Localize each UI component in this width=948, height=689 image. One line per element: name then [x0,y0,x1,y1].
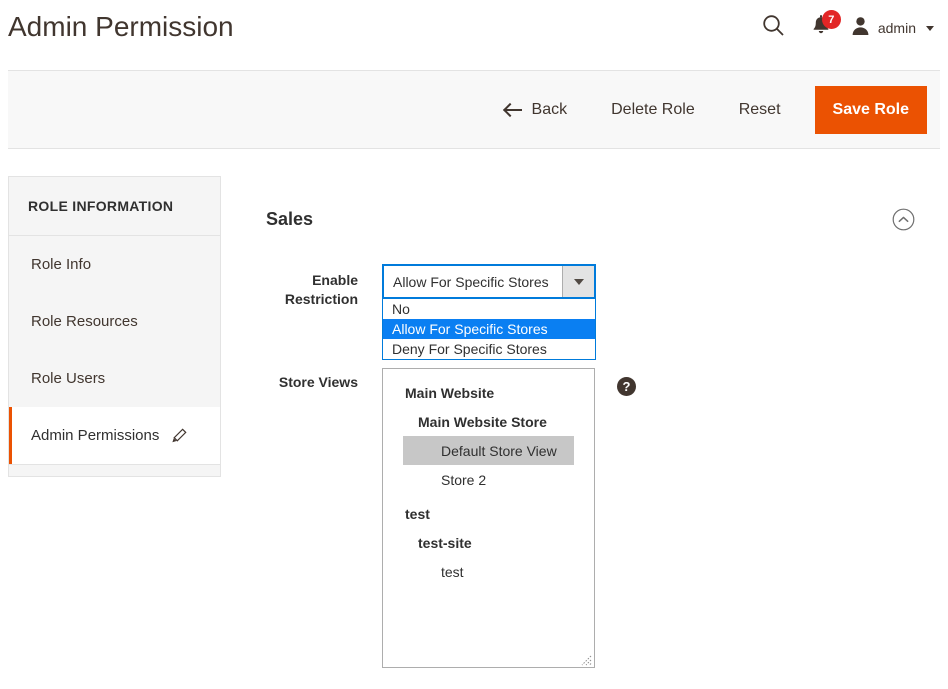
chevron-down-icon [926,26,934,31]
delete-role-button[interactable]: Delete Role [589,93,717,127]
store-views-option-store-2[interactable]: Store 2 [383,465,594,494]
role-information-sidebar: ROLE INFORMATION Role Info Role Resource… [8,176,221,477]
store-views-option-main-website-store[interactable]: Main Website Store [383,407,594,436]
delete-role-label: Delete Role [611,101,695,119]
back-button[interactable]: Back [495,93,590,127]
select-option-deny-for-specific-stores[interactable]: Deny For Specific Stores [383,339,595,359]
enable-restriction-selected-value: Allow For Specific Stores [384,266,562,297]
sidebar-item-label: Role Info [31,256,91,273]
page-title: Admin Permission [8,9,234,45]
sidebar-item-role-resources[interactable]: Role Resources [9,293,220,350]
enable-restriction-field: Enable Restriction Allow For Specific St… [247,264,927,309]
sidebar-item-label: Role Resources [31,313,138,330]
select-option-no[interactable]: No [383,299,595,319]
store-views-multiselect[interactable]: Main Website Main Website Store Default … [382,368,595,668]
search-icon [762,14,785,42]
store-views-option-test-store[interactable]: test [383,557,594,586]
sidebar-item-admin-permissions[interactable]: Admin Permissions [9,407,220,464]
reset-label: Reset [739,101,781,119]
header-actions: 7 admin [753,10,934,46]
store-views-option-test-website[interactable]: test [383,499,594,528]
question-mark-icon[interactable]: ? [617,377,636,396]
select-option-allow-for-specific-stores[interactable]: Allow For Specific Stores [383,319,595,339]
chevron-up-circle-icon[interactable] [892,208,915,231]
sidebar-item-label: Role Users [31,370,105,387]
sidebar-item-label: Admin Permissions [31,427,159,444]
sidebar-item-role-info[interactable]: Role Info [9,236,220,293]
store-views-label: Store Views [247,368,382,392]
sidebar-heading: ROLE INFORMATION [9,177,220,236]
page-header: Admin Permission 7 [0,0,948,57]
enable-restriction-select[interactable]: Allow For Specific Stores [382,264,596,299]
chevron-down-icon[interactable] [562,266,594,297]
user-name-label: admin [878,20,916,36]
store-views-option-test-site[interactable]: test-site [383,528,594,557]
user-avatar-icon [851,16,870,41]
reset-button[interactable]: Reset [717,93,803,127]
enable-restriction-options-menu: No Allow For Specific Stores Deny For Sp… [382,299,596,360]
store-views-option-main-website[interactable]: Main Website [383,378,594,407]
store-views-option-default-store-view[interactable]: Default Store View [403,436,574,465]
page-actions-toolbar: Back Delete Role Reset Save Role [8,70,940,149]
notifications-button[interactable]: 7 [795,10,847,46]
notification-count-badge: 7 [822,10,841,29]
section-title: Sales [266,209,313,230]
sidebar-item-role-users[interactable]: Role Users [9,350,220,407]
pencil-icon [171,428,187,444]
store-views-field: Store Views Main Website Main Website St… [247,368,927,668]
sidebar-items: Role Info Role Resources Role Users Admi… [9,236,220,464]
resize-grip-icon[interactable] [580,653,592,665]
save-role-button[interactable]: Save Role [815,86,927,134]
sidebar-footer-divider [9,464,220,476]
arrow-left-icon [505,103,522,117]
sales-section: Sales Enable Restriction Allow For Speci… [247,196,927,668]
user-menu-button[interactable]: admin [847,10,934,46]
enable-restriction-label: Enable Restriction [247,264,382,309]
section-header: Sales [247,196,927,242]
back-button-label: Back [532,101,568,119]
search-button[interactable] [753,10,795,46]
